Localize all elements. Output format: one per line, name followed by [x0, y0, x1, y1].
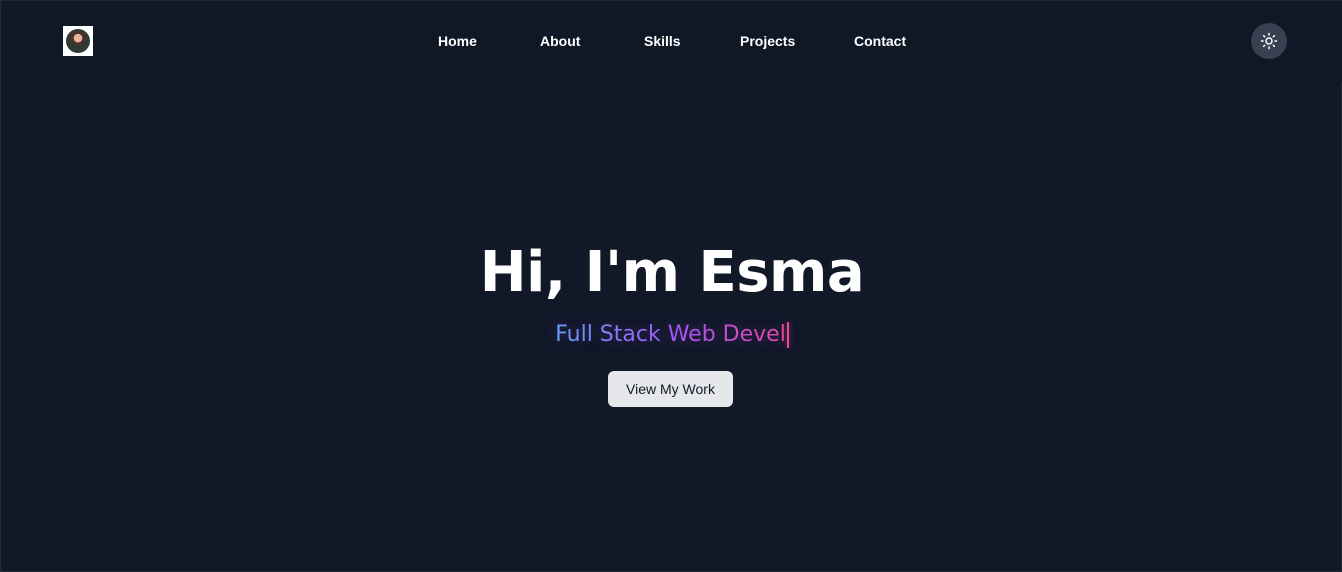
typing-cursor [786, 322, 789, 348]
nav-links: Home About Skills Projects Contact [1, 30, 1342, 52]
nav-link-about[interactable]: About [540, 30, 580, 52]
hero-section: Hi, I'm Esma Full Stack Web Devel [1, 231, 1342, 351]
nav-link-home[interactable]: Home [438, 30, 477, 52]
hero-subtitle-container: Full Stack Web Devel [1, 319, 1342, 351]
nav-link-contact[interactable]: Contact [854, 30, 906, 52]
hero-subtitle: Full Stack Web Devel [555, 320, 786, 350]
theme-toggle-button[interactable] [1251, 23, 1287, 59]
sun-icon [1260, 32, 1278, 50]
navbar: Home About Skills Projects Contact [1, 1, 1342, 81]
nav-link-skills[interactable]: Skills [644, 30, 681, 52]
page: Home About Skills Projects Contact Hi, I… [0, 0, 1342, 572]
view-my-work-button[interactable]: View My Work [608, 371, 733, 407]
nav-link-projects[interactable]: Projects [740, 30, 795, 52]
hero-title: Hi, I'm Esma [479, 240, 865, 305]
